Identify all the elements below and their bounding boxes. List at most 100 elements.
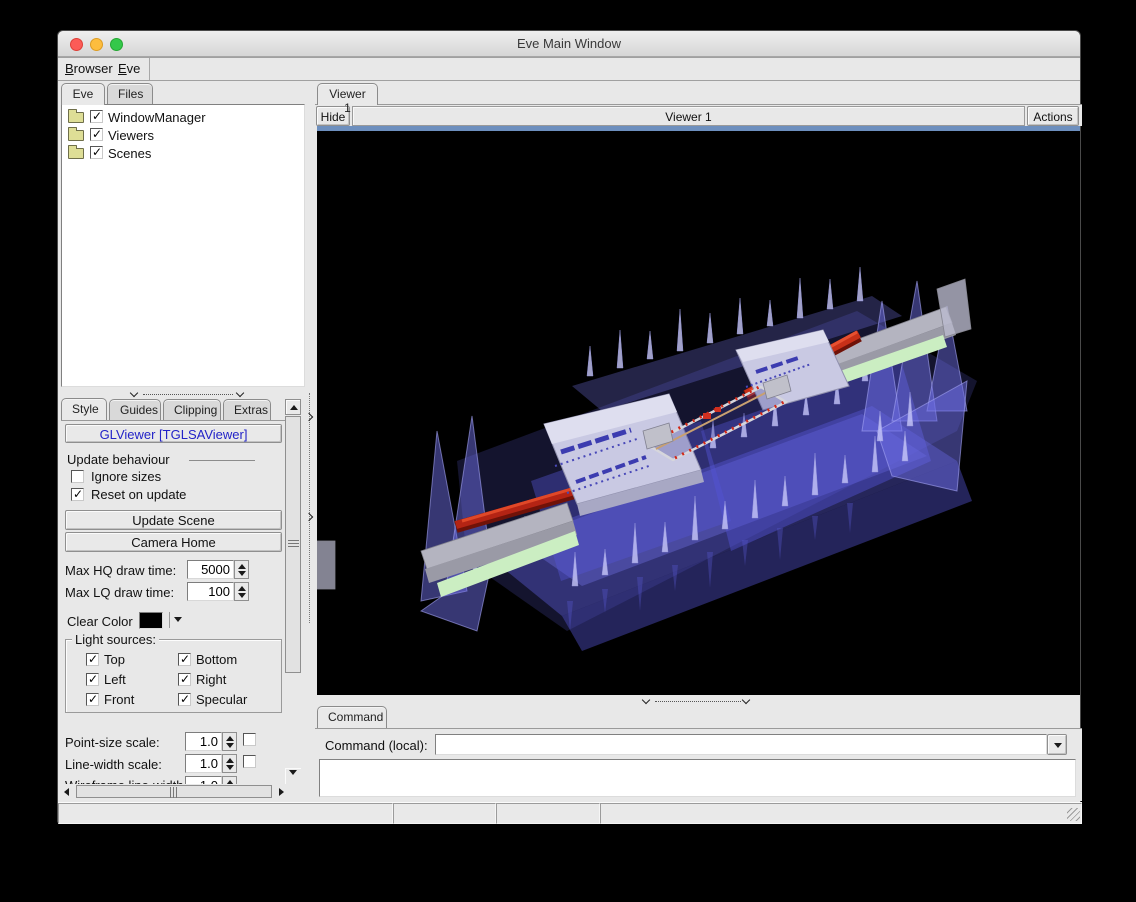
update-behaviour-rule: [189, 460, 255, 461]
light-sources-title: Light sources:: [72, 632, 159, 647]
spin-up-icon[interactable]: [238, 586, 246, 591]
spinner-arrows[interactable]: [222, 732, 237, 751]
tab-files[interactable]: Files: [107, 83, 153, 104]
tree-checkbox-scenes[interactable]: [90, 146, 103, 159]
scroll-right-icon[interactable]: [279, 788, 284, 796]
point-size-value[interactable]: 1.0: [185, 732, 222, 751]
viewer-title-bar[interactable]: Viewer 1: [352, 106, 1025, 126]
tab-clipping[interactable]: Clipping: [163, 399, 221, 420]
tree-label-viewers[interactable]: Viewers: [108, 128, 154, 143]
max-lq-value[interactable]: 100: [187, 582, 234, 601]
spin-up-icon[interactable]: [226, 736, 234, 741]
reset-on-update-checkbox[interactable]: [71, 488, 84, 501]
point-size-checkbox[interactable]: [243, 733, 256, 746]
line-width-label: Line-width scale:: [65, 757, 162, 772]
line-width-checkbox[interactable]: [243, 755, 256, 768]
splitter-arrow-icon: [742, 696, 750, 704]
tab-eve[interactable]: Eve: [61, 83, 105, 105]
point-size-label: Point-size scale:: [65, 735, 160, 750]
splitter-arrow-icon: [305, 513, 313, 521]
menu-eve[interactable]: Eve: [118, 61, 140, 76]
wireframe-value[interactable]: 1.0: [185, 776, 222, 784]
line-width-value[interactable]: 1.0: [185, 754, 222, 773]
tab-viewer-1[interactable]: Viewer 1: [317, 83, 378, 105]
spinner-arrows[interactable]: [234, 582, 249, 601]
tab-command[interactable]: Command: [317, 706, 387, 728]
scrollbar-grip: [170, 787, 179, 798]
max-lq-label: Max LQ draw time:: [65, 585, 174, 600]
folder-icon: [68, 130, 84, 141]
tab-style[interactable]: Style: [61, 398, 107, 420]
titlebar[interactable]: Eve Main Window: [58, 31, 1080, 57]
scroll-left-icon[interactable]: [64, 788, 69, 796]
vertical-scrollbar-thumb[interactable]: [285, 416, 301, 673]
light-specular-checkbox[interactable]: [178, 693, 191, 706]
tree-checkbox-windowmanager[interactable]: [90, 110, 103, 123]
light-right-checkbox[interactable]: [178, 673, 191, 686]
max-hq-value[interactable]: 5000: [187, 560, 234, 579]
spin-down-icon[interactable]: [238, 593, 246, 598]
window-title: Eve Main Window: [58, 36, 1080, 51]
status-cell: [58, 803, 393, 824]
status-cell: [496, 803, 600, 824]
camera-home-button[interactable]: Camera Home: [65, 532, 282, 552]
command-panel: Command (local):: [315, 728, 1082, 801]
spinner-arrows[interactable]: [234, 560, 249, 579]
light-left-checkbox[interactable]: [86, 673, 99, 686]
tree-item-viewers[interactable]: Viewers: [66, 127, 304, 145]
glviewer-button[interactable]: GLViewer [TGLSAViewer]: [65, 424, 282, 443]
scroll-up-button[interactable]: [285, 399, 301, 415]
spinner-arrows[interactable]: [222, 754, 237, 773]
splitter-dots: [143, 394, 233, 395]
spin-down-icon[interactable]: [226, 765, 234, 770]
horizontal-scrollbar-thumb[interactable]: [76, 785, 272, 798]
command-output[interactable]: [319, 759, 1076, 797]
update-behaviour-label: Update behaviour: [67, 452, 170, 467]
spin-down-icon[interactable]: [238, 571, 246, 576]
scroll-down-button[interactable]: [285, 768, 301, 784]
light-bottom-checkbox[interactable]: [178, 653, 191, 666]
spinner-arrows[interactable]: [222, 776, 237, 784]
command-splitter[interactable]: [315, 697, 1082, 706]
tree-label-windowmanager[interactable]: WindowManager: [108, 110, 206, 125]
spin-down-icon[interactable]: [226, 743, 234, 748]
max-hq-label: Max HQ draw time:: [65, 563, 176, 578]
spin-up-icon[interactable]: [238, 564, 246, 569]
tree-label-scenes[interactable]: Scenes: [108, 146, 151, 161]
ignore-sizes-checkbox[interactable]: [71, 470, 84, 483]
scrollbar-grip: [288, 540, 299, 548]
splitter-arrow-icon: [305, 413, 313, 421]
tree-checkbox-viewers[interactable]: [90, 128, 103, 141]
clear-color-dropdown-icon[interactable]: [174, 617, 182, 622]
light-right-label: Right: [196, 672, 226, 687]
tree-item-scenes[interactable]: Scenes: [66, 145, 304, 163]
scroll-down-icon: [289, 770, 297, 775]
menu-browser[interactable]: Browser: [65, 61, 113, 76]
light-bottom-label: Bottom: [196, 652, 237, 667]
light-front-label: Front: [104, 692, 134, 707]
light-top-checkbox[interactable]: [86, 653, 99, 666]
status-bar: [58, 802, 1082, 823]
color-picker-separator: [169, 612, 170, 628]
command-input[interactable]: [435, 734, 1047, 755]
tab-guides[interactable]: Guides: [109, 399, 161, 420]
actions-button[interactable]: Actions: [1027, 106, 1079, 126]
light-front-checkbox[interactable]: [86, 693, 99, 706]
vertical-splitter[interactable]: [305, 83, 315, 799]
tree-item-windowmanager[interactable]: WindowManager: [66, 109, 304, 127]
command-dropdown-button[interactable]: [1047, 734, 1067, 755]
gl-viewport[interactable]: [317, 131, 1080, 695]
horizontal-scrollbar[interactable]: [61, 784, 289, 799]
resize-grip-icon[interactable]: [1067, 808, 1080, 821]
light-sources-groupbox: Light sources: Top Bottom Left Right Fro…: [65, 639, 282, 713]
command-label: Command (local):: [325, 738, 428, 753]
clear-color-label: Clear Color: [67, 614, 133, 629]
spin-up-icon[interactable]: [226, 758, 234, 763]
menubar: Browser Eve: [58, 57, 1080, 81]
clear-color-swatch[interactable]: [139, 612, 163, 629]
update-scene-button[interactable]: Update Scene: [65, 510, 282, 530]
detector-3d-model: [317, 131, 1080, 695]
splitter-dots: [309, 393, 310, 623]
splitter-arrow-icon: [642, 696, 650, 704]
tab-extras[interactable]: Extras: [223, 399, 271, 420]
